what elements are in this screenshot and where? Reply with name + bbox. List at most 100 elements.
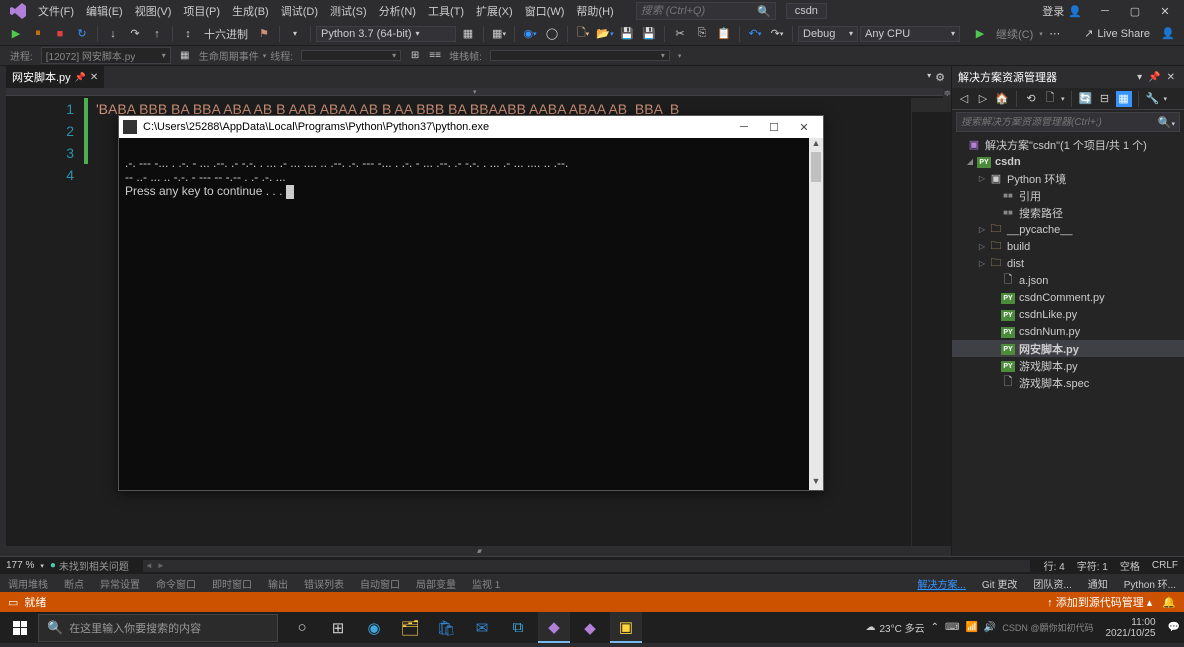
liveshare-user-icon[interactable]: 👤: [1158, 24, 1178, 44]
pin-icon[interactable]: 📌: [75, 72, 86, 83]
window-close-button[interactable]: ✕: [1150, 0, 1180, 22]
menu-debug[interactable]: 调试(D): [275, 1, 324, 21]
panel-pin-icon[interactable]: 📌: [1145, 72, 1163, 83]
tab-team[interactable]: 团队资...: [1025, 574, 1079, 593]
menu-extensions[interactable]: 扩展(X): [470, 1, 519, 21]
tab-exceptions[interactable]: 异常设置: [92, 574, 148, 593]
thread-icon2[interactable]: ≡≡: [425, 46, 445, 66]
tray-ime-icon[interactable]: ⌨: [945, 622, 959, 633]
restart-button[interactable]: ↻: [72, 24, 92, 44]
minimap[interactable]: [911, 98, 951, 546]
menu-help[interactable]: 帮助(H): [570, 1, 619, 21]
menu-tools[interactable]: 工具(T): [422, 1, 470, 21]
tab-immediate[interactable]: 即时窗口: [204, 574, 260, 593]
solution-search-input[interactable]: [961, 117, 1158, 128]
sync-icon[interactable]: ⟲: [1023, 91, 1039, 107]
tray-action-center-icon[interactable]: 💬: [1168, 622, 1180, 633]
taskbar-clock[interactable]: 11:002021/10/25: [1099, 617, 1161, 639]
tree-youxi-py[interactable]: PY游戏脚本.py: [952, 357, 1184, 374]
tray-network-icon[interactable]: 📶: [965, 622, 977, 633]
tree-build[interactable]: 🗀build: [952, 238, 1184, 255]
showall-icon[interactable]: 🗋: [1042, 91, 1058, 107]
step-out-icon[interactable]: ↑: [147, 24, 167, 44]
menu-build[interactable]: 生成(B): [226, 1, 275, 21]
tree-project[interactable]: PYcsdn: [952, 153, 1184, 170]
console-titlebar[interactable]: C:\Users\25288\AppData\Local\Programs\Py…: [119, 116, 823, 138]
tab-notify[interactable]: 通知: [1080, 574, 1116, 593]
taskbar-search[interactable]: 🔍在这里输入你要搜索的内容: [38, 614, 278, 642]
editor-navbar[interactable]: [6, 88, 943, 96]
ide-search[interactable]: 🔍: [636, 2, 776, 20]
start-button[interactable]: [4, 612, 36, 643]
tab-solution[interactable]: 解决方案...: [910, 574, 974, 593]
tree-csdnnum[interactable]: PYcsdnNum.py: [952, 323, 1184, 340]
overflow-icon1[interactable]: ▾: [285, 24, 305, 44]
tree-wangan[interactable]: PY网安脚本.py: [952, 340, 1184, 357]
tray-volume-icon[interactable]: 🔊: [984, 622, 996, 633]
thread-dropdown[interactable]: ▾: [301, 50, 401, 61]
continue-button[interactable]: ▶: [970, 24, 990, 44]
split-toggle-icon[interactable]: ≑: [943, 88, 951, 98]
tab-wangan[interactable]: 网安脚本.py 📌 ✕: [6, 66, 104, 88]
ide-search-input[interactable]: [641, 5, 757, 17]
console-close-button[interactable]: ✕: [789, 121, 819, 134]
python-env-dropdown[interactable]: Python 3.7 (64-bit)▾: [316, 26, 456, 42]
tree-youxi-spec[interactable]: 🗋游戏脚本.spec: [952, 374, 1184, 391]
save-icon[interactable]: 💾: [617, 24, 637, 44]
issues-indicator[interactable]: ●未找到相关问题: [44, 558, 135, 573]
tree-csdncomment[interactable]: PYcsdnComment.py: [952, 289, 1184, 306]
paste-icon[interactable]: 📋: [714, 24, 734, 44]
close-tab-icon[interactable]: ✕: [90, 72, 98, 83]
thread-icon1[interactable]: ⊞: [405, 46, 425, 66]
collapse-icon[interactable]: ⊟: [1097, 91, 1113, 107]
visualstudio2-icon[interactable]: ◆: [574, 612, 606, 643]
hex-toggle[interactable]: 十六进制: [200, 26, 252, 42]
cut-icon[interactable]: ✂: [670, 24, 690, 44]
window-minimize-button[interactable]: ─: [1090, 0, 1120, 22]
tab-autos[interactable]: 自动窗口: [352, 574, 408, 593]
tree-pycache[interactable]: 🗀__pycache__: [952, 221, 1184, 238]
copy-icon[interactable]: ⎘: [692, 24, 712, 44]
edge-icon[interactable]: ◉: [358, 612, 390, 643]
tab-breakpoints[interactable]: 断点: [56, 574, 92, 593]
indent-indicator[interactable]: 空格: [1114, 558, 1146, 573]
redo-icon[interactable]: ↷▾: [767, 24, 787, 44]
refresh-icon[interactable]: 🔄: [1078, 91, 1094, 107]
home-icon[interactable]: 🏠: [994, 91, 1010, 107]
wrench-icon[interactable]: 🔧: [1145, 91, 1161, 107]
python-console-icon[interactable]: ▣: [610, 612, 642, 643]
horizontal-scrollbar[interactable]: [143, 560, 1030, 572]
tab-output[interactable]: 输出: [260, 574, 296, 593]
menu-project[interactable]: 项目(P): [177, 1, 226, 21]
nav-back-icon[interactable]: ◁: [956, 91, 972, 107]
new-file-icon[interactable]: 🗋▾: [573, 24, 593, 44]
store-icon[interactable]: 🛍: [430, 612, 462, 643]
flag-icon[interactable]: ⚑: [254, 24, 274, 44]
stop-button[interactable]: ■: [50, 24, 70, 44]
window-maximize-button[interactable]: ▢: [1120, 0, 1150, 22]
cortana-icon[interactable]: ○: [286, 612, 318, 643]
saveall-icon[interactable]: 💾: [639, 24, 659, 44]
vscode-icon[interactable]: ⧉: [502, 612, 534, 643]
menu-test[interactable]: 测试(S): [324, 1, 373, 21]
tree-search[interactable]: ■■搜索路径: [952, 204, 1184, 221]
console-scrollbar[interactable]: ▲▼: [809, 138, 823, 490]
config-dropdown[interactable]: Debug▾: [798, 26, 858, 42]
solution-search[interactable]: 🔍▾: [956, 112, 1180, 132]
console-minimize-button[interactable]: ─: [729, 121, 759, 133]
explorer-icon[interactable]: 🗂: [394, 612, 426, 643]
step-over-icon[interactable]: ↷: [125, 24, 145, 44]
panel-close-icon[interactable]: ✕: [1164, 72, 1178, 83]
login-button[interactable]: 登录👤: [1034, 3, 1090, 19]
tab-overflow-icon[interactable]: ▾: [927, 71, 931, 84]
undo-icon[interactable]: ↶▾: [745, 24, 765, 44]
platform-dropdown[interactable]: Any CPU▾: [860, 26, 960, 42]
tab-git[interactable]: Git 更改: [974, 574, 1026, 593]
menu-analyze[interactable]: 分析(N): [373, 1, 422, 21]
tab-command[interactable]: 命令窗口: [148, 574, 204, 593]
source-control-button[interactable]: ↑ 添加到源代码管理 ▴: [1047, 594, 1152, 610]
mail-icon[interactable]: ✉: [466, 612, 498, 643]
stack-dropdown[interactable]: ▾: [490, 50, 670, 61]
nav-fwd-icon[interactable]: ▷: [975, 91, 991, 107]
visualstudio-icon[interactable]: ◆: [538, 612, 570, 643]
